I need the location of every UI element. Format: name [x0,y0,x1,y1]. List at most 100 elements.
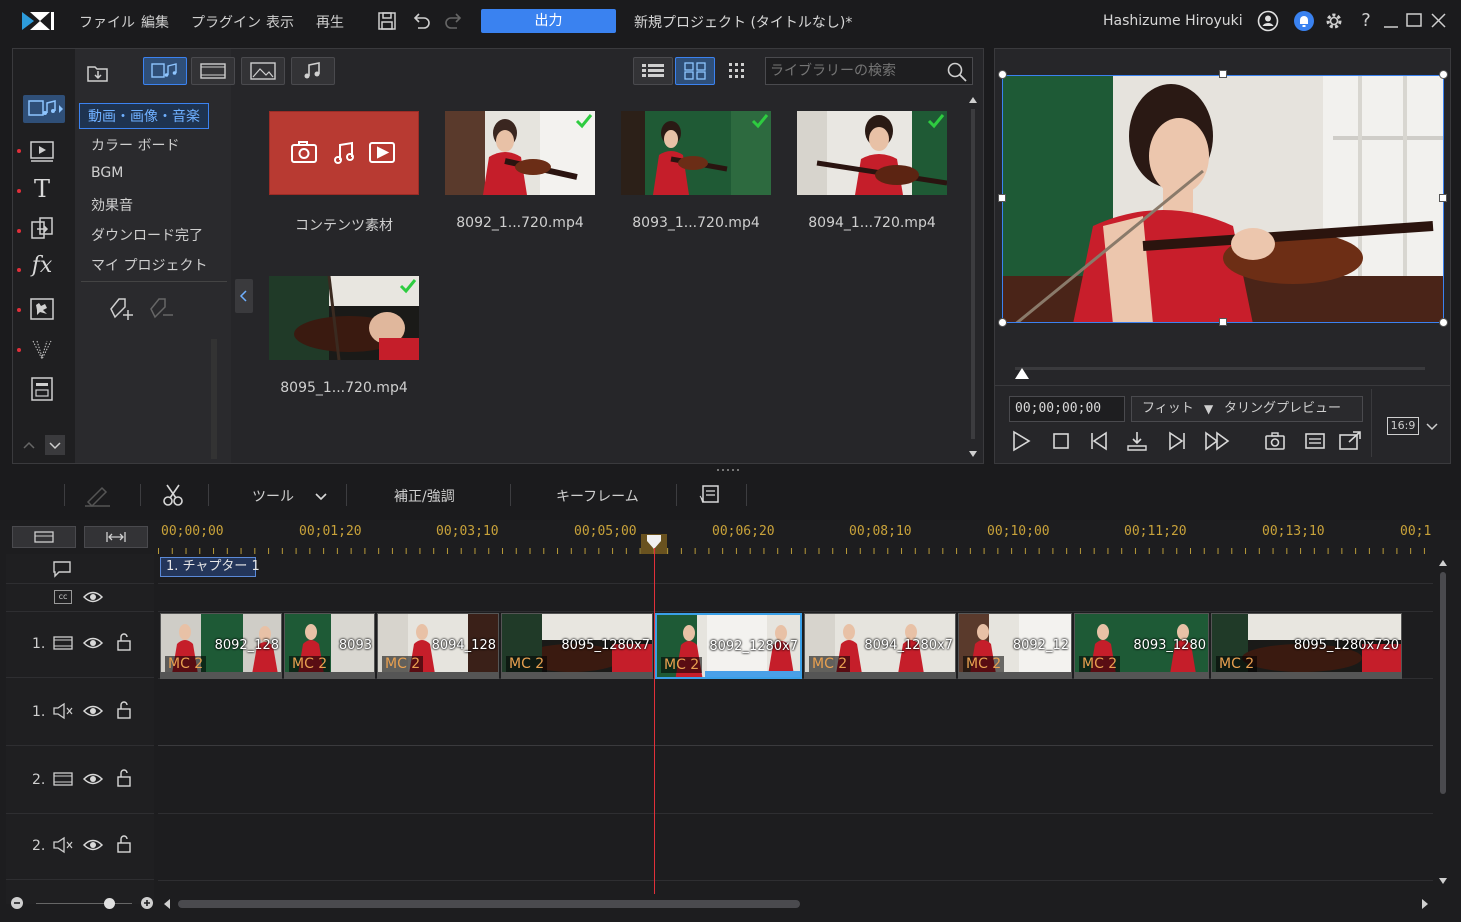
undo-icon[interactable] [410,10,432,32]
eye-icon[interactable] [82,634,104,652]
timecode-display[interactable]: 00;00;00;00 [1009,396,1125,422]
zoom-slider-handle[interactable] [104,898,115,909]
effect-room-icon[interactable]: fx [27,253,57,281]
lock-icon[interactable] [114,700,134,720]
export-button[interactable]: 出力 [481,9,616,33]
media-item-8093[interactable]: 8093_1...720.mp4 [621,111,771,231]
subtitle-toggle-icon[interactable] [1303,429,1327,453]
chapter-marker[interactable]: 1. チャプター 1 [160,557,260,577]
add-tag-icon[interactable] [105,295,135,323]
media-item-8092[interactable]: 8092_1...720.mp4 [445,111,595,231]
save-icon[interactable] [376,10,398,32]
timeline-clip[interactable]: 8093_1280 MC 2 [1074,613,1209,679]
library-search-box[interactable] [765,57,973,85]
resize-handle[interactable] [998,318,1007,327]
filter-all-media-button[interactable] [143,57,187,85]
category-downloads[interactable]: ダウンロード完了 [91,225,203,245]
search-icon[interactable] [946,61,968,83]
account-icon[interactable] [1257,10,1279,32]
library-scrollbar[interactable] [967,93,979,463]
eye-icon[interactable] [82,702,104,720]
tools-menu[interactable]: ツール [252,486,294,506]
category-bgm[interactable]: BGM [91,165,123,181]
resize-handle[interactable] [1219,318,1227,326]
next-frame-icon[interactable] [1165,429,1189,453]
zoom-in-icon[interactable] [140,896,154,910]
search-input[interactable] [766,58,942,84]
close-icon[interactable] [1428,10,1450,32]
timeline-clip[interactable]: 8094_1280x7 MC 2 [804,613,956,679]
settings-gear-icon[interactable] [1323,10,1345,32]
play-icon[interactable] [1009,429,1033,453]
transition-room-icon[interactable] [27,215,57,243]
timeline-clip[interactable]: 8095_1280x7 MC 2 [501,613,653,679]
menu-file[interactable]: ファイル [79,12,135,32]
panel-resize-grip[interactable] [716,468,740,472]
chevron-down-icon[interactable] [314,490,328,504]
category-sound-effects[interactable]: 効果音 [91,195,133,215]
scroll-right-icon[interactable] [1420,898,1430,910]
category-color-board[interactable]: カラー ボード [91,135,179,155]
media-item-content[interactable]: コンテンツ素材 [269,111,419,235]
category-media[interactable]: 動画・画像・音楽 [79,103,209,129]
resize-handle[interactable] [1439,318,1448,327]
eye-icon[interactable] [82,588,104,606]
snapshot-camera-icon[interactable] [1263,429,1287,453]
resize-handle[interactable] [1439,70,1448,79]
lock-icon[interactable] [114,768,134,788]
aspect-ratio-button[interactable]: 16:9 [1387,417,1419,435]
list-view-button[interactable] [633,57,673,85]
menu-play[interactable]: 再生 [316,12,344,32]
category-scrollbar[interactable] [211,339,217,459]
timeline-clip[interactable]: 8095_1280x720 MC 2 [1211,613,1402,679]
resize-handle[interactable] [998,194,1006,202]
menu-plugin[interactable]: プラグイン [191,12,261,32]
stop-icon[interactable] [1049,429,1073,453]
previous-frame-icon[interactable] [1087,429,1111,453]
eye-icon[interactable] [82,770,104,788]
category-my-projects[interactable]: マイ プロジェクト [91,255,207,275]
resize-handle[interactable] [998,70,1007,79]
zoom-slider-track[interactable] [36,903,132,904]
title-room-icon[interactable]: T [27,175,57,203]
split-icon[interactable] [1125,429,1149,453]
timeline-clip[interactable]: 8094_128 MC 2 [377,613,499,679]
correction-enhance-button[interactable]: 補正/強調 [394,486,455,506]
keyframe-button[interactable]: キーフレーム [556,486,639,506]
fast-forward-icon[interactable] [1203,429,1231,453]
timeline-clip[interactable]: 8093 MC 2 [284,613,375,679]
chevron-down-icon[interactable] [1425,419,1439,433]
timeline-horizontal-scrollbar[interactable] [178,900,800,908]
scroll-left-icon[interactable] [162,898,172,910]
collapse-panel-icon[interactable] [235,279,253,313]
thumbnail-size-icon[interactable] [725,59,749,83]
eye-icon[interactable] [82,836,104,854]
resize-handle[interactable] [1219,70,1227,78]
pip-room-icon[interactable] [27,295,57,323]
redo-icon[interactable] [443,10,465,32]
timeline-ruler[interactable]: 00;00;00 00;01;20 00;03;10 00;05;00 00;0… [158,520,1433,554]
timeline-vertical-scrollbar[interactable] [1437,556,1449,888]
help-icon[interactable]: ? [1355,10,1377,32]
zoom-out-icon[interactable] [10,896,24,910]
seek-bar[interactable] [1015,367,1425,370]
template-room-icon[interactable] [27,137,57,165]
minimize-icon[interactable] [1380,10,1402,32]
scissors-icon[interactable] [160,482,186,508]
lock-icon[interactable] [114,834,134,854]
timeline-clip[interactable]: 8092_12 MC 2 [958,613,1072,679]
clip-info-icon[interactable] [698,482,722,508]
media-item-8094[interactable]: 8094_1...720.mp4 [797,111,947,231]
filter-audio-button[interactable] [291,57,335,85]
track-manager-button[interactable] [12,526,76,548]
undock-preview-icon[interactable] [1337,429,1363,453]
scroll-down-icon[interactable] [45,435,65,455]
preview-mode-label[interactable]: タリングプレビュー [1224,397,1341,421]
grid-view-button[interactable] [675,57,715,85]
lock-icon[interactable] [114,632,134,652]
chapter-marker-icon[interactable] [52,560,72,578]
menu-edit[interactable]: 編集 [141,12,169,32]
zoom-fit-select[interactable]: フィット ▼ タリングプレビュー [1131,396,1363,422]
menu-view[interactable]: 表示 [266,12,294,32]
notification-icon[interactable] [1293,10,1315,32]
